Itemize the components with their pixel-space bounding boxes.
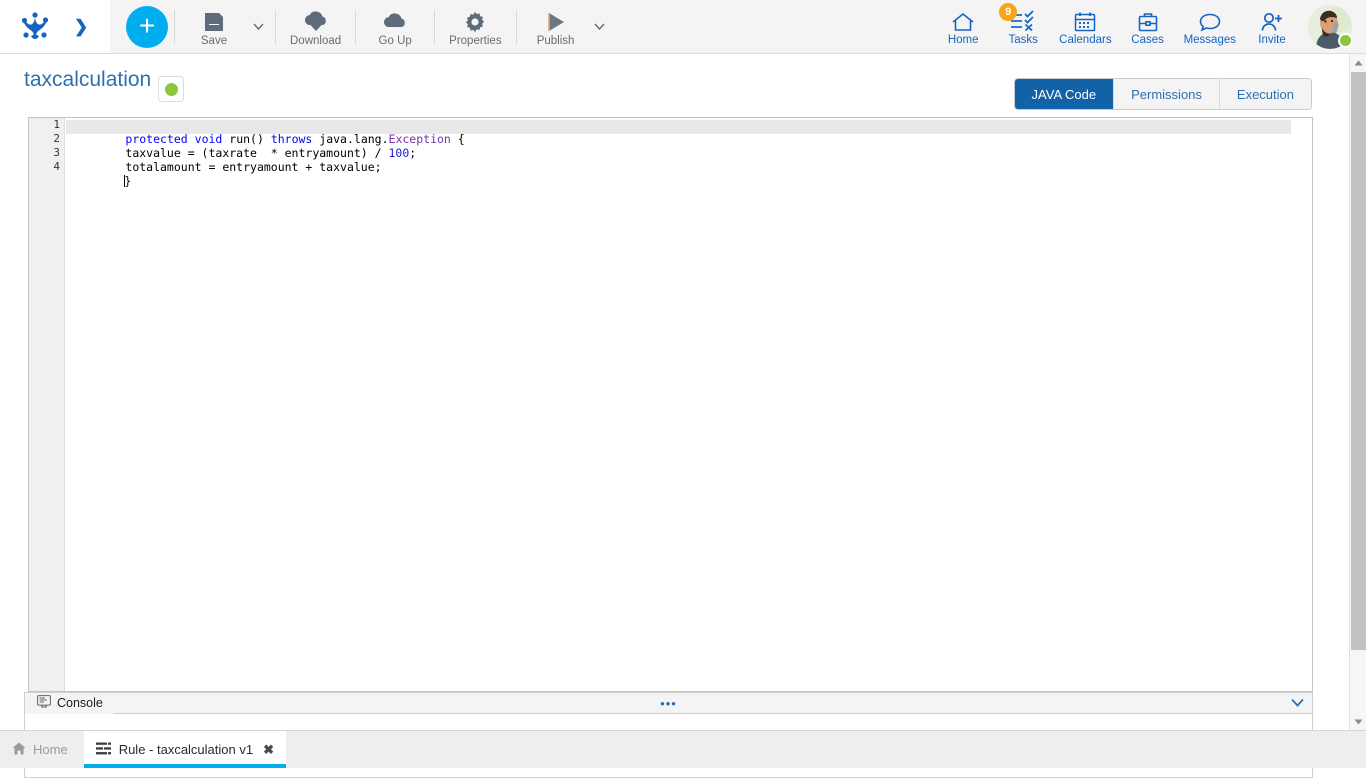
top-toolbar: ❯ + Save [0,0,1366,54]
download-label: Download [290,35,341,47]
speech-bubble-icon [1198,7,1222,33]
nav-label-invite: Invite [1258,34,1286,46]
nav-item-calendars[interactable]: Calendars [1053,1,1117,53]
line-number: 2 [29,132,64,146]
toolbar-actions: + Save Download [110,0,1366,53]
console-title: Console [57,696,103,710]
page-scrollbar[interactable] [1349,54,1366,730]
plus-icon: + [139,15,155,37]
publish-label: Publish [537,35,575,47]
tab-execution[interactable]: Execution [1220,79,1311,109]
save-label: Save [201,35,227,47]
nav-label-home: Home [948,34,979,46]
nav-label-cases: Cases [1131,34,1164,46]
taskbar-home-label: Home [33,742,68,757]
toolbar-divider [434,10,435,44]
close-icon[interactable]: ✖ [263,742,274,758]
briefcase-icon [1136,7,1160,33]
gear-icon [464,9,486,33]
tab-java-code[interactable]: JAVA Code [1015,79,1115,109]
taskbar-tab-rule[interactable]: Rule - taxcalculation v1 ✖ [84,731,286,768]
nav-item-messages[interactable]: Messages [1178,1,1242,53]
line-number: 1 [29,118,64,132]
page-header: taxcalculation JAVA Code Permissions Exe… [0,54,1348,116]
scroll-down-arrow-icon[interactable] [1350,713,1366,730]
presence-indicator [1338,33,1353,48]
go-up-label: Go Up [379,35,412,47]
tab-permissions[interactable]: Permissions [1114,79,1220,109]
nav-label-calendars: Calendars [1059,34,1111,46]
nav-item-invite[interactable]: Invite [1242,1,1302,53]
toolbar-divider [516,10,517,44]
toolbar-divider [174,10,175,44]
console-header[interactable]: Console ••• [24,692,1313,714]
save-floppy-icon [203,9,225,33]
play-triangle-icon [545,9,567,33]
rule-stack-icon [96,742,111,758]
nav-label-tasks: Tasks [1008,34,1037,46]
view-tabs: JAVA Code Permissions Execution [1014,78,1312,110]
code-line-4[interactable]: } [66,160,1313,174]
download-button[interactable]: Download [282,2,349,52]
nav-item-tasks[interactable]: 9 Tasks [993,1,1053,53]
code-line-2[interactable]: taxvalue = (taxrate * entryamount) / 100… [66,132,1313,146]
line-number: 4 [29,160,64,174]
publish-button[interactable]: Publish [523,2,589,52]
add-button[interactable]: + [126,6,168,48]
joget-logo-icon[interactable] [18,10,52,44]
editor-code-area[interactable]: protected void run() throws java.lang.Ex… [66,118,1313,691]
nav-item-cases[interactable]: Cases [1118,1,1178,53]
status-dot-icon [165,83,178,96]
nav-label-messages: Messages [1184,34,1236,46]
download-cloud-icon [303,9,329,33]
publish-dropdown-caret[interactable] [589,7,611,47]
go-up-button[interactable]: Go Up [362,2,428,52]
console-drag-grip[interactable]: ••• [660,697,677,710]
toolbar-divider [355,10,356,44]
code-line-1[interactable]: protected void run() throws java.lang.Ex… [66,118,1313,132]
tasks-badge: 9 [999,3,1017,21]
upload-cloud-icon [382,9,408,33]
chevron-right-icon[interactable]: ❯ [74,18,88,35]
token: } [124,174,131,188]
logo-zone: ❯ [0,0,110,53]
save-button[interactable]: Save [181,2,247,52]
code-line-3[interactable]: totalamount = entryamount + taxvalue; [66,146,1313,160]
console-monitor-icon [37,695,51,711]
scroll-up-arrow-icon[interactable] [1350,54,1366,71]
status-badge[interactable] [158,76,184,102]
scrollbar-thumb[interactable] [1351,72,1366,650]
line-number: 3 [29,146,64,160]
page-content: taxcalculation JAVA Code Permissions Exe… [0,54,1348,730]
editor-gutter: 1 2 3 4 [29,118,65,691]
top-nav: Home 9 Tasks [933,0,1366,53]
console-tab[interactable]: Console [25,693,113,714]
chevron-down-icon[interactable] [1291,696,1304,709]
avatar[interactable] [1308,5,1352,49]
taskbar-home-button[interactable]: Home [0,731,84,768]
home-filled-icon [12,742,26,758]
page-title: taxcalculation [24,68,151,92]
toolbar-divider [275,10,276,44]
calendar-icon [1073,7,1097,33]
taskbar: Home Rule - taxcalculation v1 ✖ [0,730,1366,768]
properties-label: Properties [449,35,501,47]
code-editor[interactable]: 1 2 3 4 protected void run() throws java… [28,117,1313,692]
properties-button[interactable]: Properties [441,2,509,52]
home-icon [950,7,976,33]
save-dropdown-caret[interactable] [247,7,269,47]
person-add-icon [1259,7,1285,33]
nav-item-home[interactable]: Home [933,1,993,53]
taskbar-tab-label: Rule - taxcalculation v1 [119,742,253,757]
